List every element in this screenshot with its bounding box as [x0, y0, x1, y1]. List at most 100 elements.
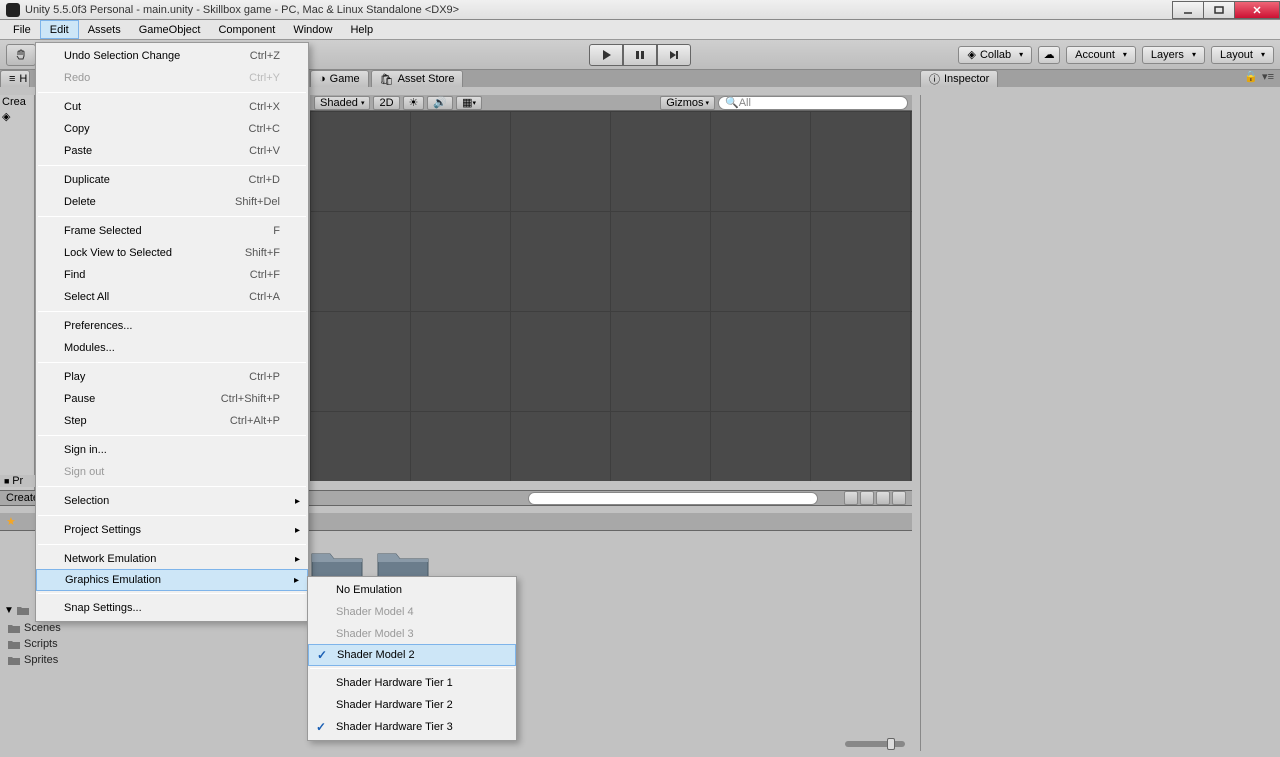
account-dropdown[interactable]: Account▾: [1066, 46, 1136, 64]
window-titlebar: Unity 5.5.0f3 Personal - main.unity - Sk…: [0, 0, 1280, 20]
menu-edit[interactable]: Edit: [40, 20, 79, 39]
menu-window[interactable]: Window: [284, 20, 341, 39]
menu-find[interactable]: FindCtrl+F: [36, 264, 308, 286]
create-label: Crea: [2, 96, 26, 108]
tree-folder-scenes[interactable]: Scenes: [8, 620, 288, 636]
scene-search-input[interactable]: 🔍All: [718, 96, 908, 110]
scene-viewport[interactable]: [310, 111, 912, 481]
tree-folder-sprites[interactable]: Sprites: [8, 652, 288, 668]
assetstore-tab[interactable]: 🛍Asset Store: [371, 70, 464, 87]
cloud-button[interactable]: ☁: [1038, 46, 1060, 64]
hierarchy-tab[interactable]: ≡H: [0, 70, 30, 87]
menu-sign-out[interactable]: Sign out: [36, 461, 308, 483]
submenu-no-emulation[interactable]: No Emulation: [308, 579, 516, 601]
item-label: Sign in...: [64, 444, 107, 456]
game-tab[interactable]: ◑ Game: [310, 70, 369, 87]
item-shortcut: Ctrl+Alt+P: [230, 415, 280, 427]
menu-help[interactable]: Help: [341, 20, 382, 39]
submenu-hw-tier-3[interactable]: ✓Shader Hardware Tier 3: [308, 716, 516, 738]
project-tree: Scenes Scripts Sprites: [8, 620, 288, 668]
submenu-shader-model-4[interactable]: Shader Model 4: [308, 601, 516, 623]
transform-tools: [0, 44, 36, 66]
project-search-input[interactable]: [528, 492, 818, 505]
menu-lock-view[interactable]: Lock View to SelectedShift+F: [36, 242, 308, 264]
effects-toggle[interactable]: ▦▾: [456, 96, 482, 110]
audio-toggle[interactable]: 🔊: [427, 96, 453, 110]
project-tab-stub[interactable]: ■ Pr: [0, 475, 35, 487]
lighting-toggle[interactable]: ☀: [403, 96, 425, 110]
menu-separator: [38, 216, 306, 217]
menu-network-emulation[interactable]: Network Emulation: [36, 548, 308, 570]
menu-duplicate[interactable]: DuplicateCtrl+D: [36, 169, 308, 191]
item-shortcut: Ctrl+V: [249, 145, 280, 157]
submenu-shader-model-3[interactable]: Shader Model 3: [308, 623, 516, 645]
menu-pause[interactable]: PauseCtrl+Shift+P: [36, 388, 308, 410]
menu-delete[interactable]: DeleteShift+Del: [36, 191, 308, 213]
item-shortcut: Ctrl+A: [249, 291, 280, 303]
collab-dropdown[interactable]: ◈Collab▾: [958, 46, 1032, 64]
filter-search-icon[interactable]: [844, 491, 858, 505]
menu-paste[interactable]: PasteCtrl+V: [36, 140, 308, 162]
render-mode-dropdown[interactable]: Shaded▾: [314, 96, 370, 110]
submenu-shader-model-2[interactable]: ✓Shader Model 2: [308, 644, 516, 666]
submenu-hw-tier-1[interactable]: Shader Hardware Tier 1: [308, 672, 516, 694]
submenu-hw-tier-2[interactable]: Shader Hardware Tier 2: [308, 694, 516, 716]
gizmos-label: Gizmos: [666, 97, 703, 109]
filter-type-icon[interactable]: [860, 491, 874, 505]
tree-folder-scripts[interactable]: Scripts: [8, 636, 288, 652]
menu-gameobject[interactable]: GameObject: [130, 20, 210, 39]
menu-separator: [38, 165, 306, 166]
maximize-button[interactable]: [1203, 1, 1235, 19]
play-button[interactable]: [589, 44, 623, 66]
thumbnail-size-slider[interactable]: [845, 741, 905, 747]
menu-step[interactable]: StepCtrl+Alt+P: [36, 410, 308, 432]
step-button[interactable]: [657, 44, 691, 66]
menu-file[interactable]: File: [4, 20, 40, 39]
hand-tool-button[interactable]: [6, 44, 36, 66]
item-shortcut: Ctrl+F: [250, 269, 280, 281]
layers-dropdown[interactable]: Layers▾: [1142, 46, 1205, 64]
item-label: Cut: [64, 101, 81, 113]
menu-selection[interactable]: Selection: [36, 490, 308, 512]
menu-snap-settings[interactable]: Snap Settings...: [36, 597, 308, 619]
menu-play[interactable]: PlayCtrl+P: [36, 366, 308, 388]
favorite-icon[interactable]: [892, 491, 906, 505]
slider-thumb[interactable]: [887, 738, 895, 750]
menu-project-settings[interactable]: Project Settings: [36, 519, 308, 541]
pause-button[interactable]: [623, 44, 657, 66]
game-icon: ◑: [319, 73, 326, 85]
menu-component[interactable]: Component: [209, 20, 284, 39]
menu-sign-in[interactable]: Sign in...: [36, 439, 308, 461]
layout-dropdown[interactable]: Layout▾: [1211, 46, 1274, 64]
hierarchy-create[interactable]: Crea: [0, 95, 34, 109]
menu-redo[interactable]: RedoCtrl+Y: [36, 67, 308, 89]
collab-label: Collab: [980, 49, 1011, 61]
menu-preferences[interactable]: Preferences...: [36, 315, 308, 337]
item-label: Lock View to Selected: [64, 247, 172, 259]
scene-row[interactable]: ◈: [0, 109, 34, 124]
menu-separator: [38, 435, 306, 436]
menu-modules[interactable]: Modules...: [36, 337, 308, 359]
menu-select-all[interactable]: Select AllCtrl+A: [36, 286, 308, 308]
game-tab-label: Game: [330, 73, 360, 85]
folder-label: Scripts: [24, 638, 58, 650]
menu-assets[interactable]: Assets: [79, 20, 130, 39]
menu-graphics-emulation[interactable]: Graphics Emulation: [36, 569, 308, 591]
panel-menu-icon[interactable]: ▾≡: [1262, 70, 1274, 83]
gizmos-dropdown[interactable]: Gizmos▾: [660, 96, 715, 110]
lock-icon[interactable]: 🔒: [1244, 70, 1258, 83]
tree-expand[interactable]: ▼: [4, 605, 29, 616]
menu-copy[interactable]: CopyCtrl+C: [36, 118, 308, 140]
filter-label-icon[interactable]: [876, 491, 890, 505]
close-button[interactable]: [1234, 1, 1280, 19]
item-label: Undo Selection Change: [64, 50, 180, 62]
layout-label: Layout: [1220, 49, 1253, 61]
menu-cut[interactable]: CutCtrl+X: [36, 96, 308, 118]
minimize-button[interactable]: [1172, 1, 1204, 19]
inspector-tab[interactable]: ⓘInspector: [920, 70, 998, 87]
2d-toggle[interactable]: 2D: [373, 96, 399, 110]
sun-icon: ☀: [409, 96, 419, 109]
menu-frame-selected[interactable]: Frame SelectedF: [36, 220, 308, 242]
menu-undo[interactable]: Undo Selection ChangeCtrl+Z: [36, 45, 308, 67]
item-label: Shader Model 3: [336, 628, 414, 640]
